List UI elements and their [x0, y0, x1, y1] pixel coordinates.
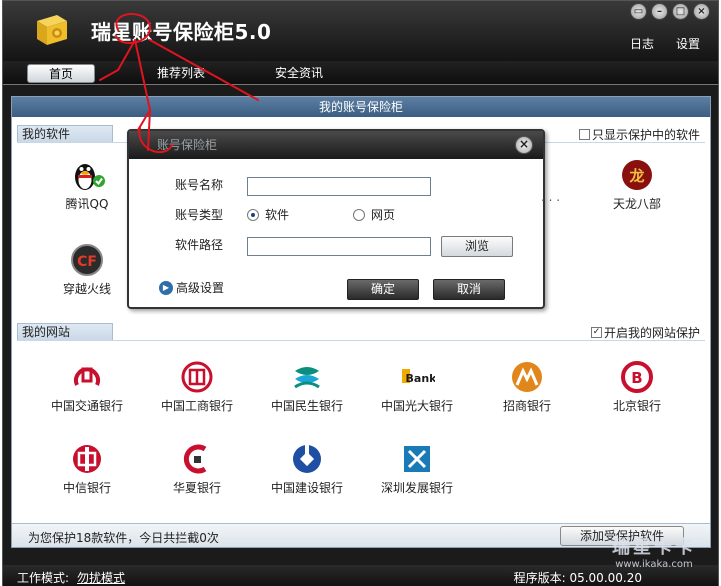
top-links: 日志 设置 — [630, 35, 700, 52]
minimize-icon[interactable]: – — [651, 3, 668, 20]
bank-label: 中国建设银行 — [270, 481, 343, 495]
bank-item-ccb[interactable]: 中国建设银行 — [252, 441, 362, 496]
ok-button[interactable]: 确定 — [347, 279, 419, 300]
svg-text:CF: CF — [77, 254, 97, 270]
website-protection-option[interactable]: ✓ 开启我的网站保护 — [590, 324, 700, 341]
software-label: 腾讯QQ — [65, 197, 109, 211]
citic-icon — [73, 445, 101, 473]
bank-item-sdb[interactable]: 深圳发展银行 — [362, 441, 472, 496]
cmb-icon — [512, 362, 542, 392]
show-protected-only-option[interactable]: 只显示保护中的软件 — [578, 126, 700, 143]
account-type-label: 账号类型 — [175, 208, 224, 222]
bank-item-ceb[interactable]: Bank 中国光大银行 — [362, 359, 472, 414]
bank-label: 中国交通银行 — [50, 399, 123, 413]
software-section-label: 我的软件 — [17, 125, 113, 143]
tianlong-icon: 龙 — [622, 160, 652, 190]
dialog-title: 账号保险柜 — [129, 131, 543, 159]
type-webpage-radio[interactable]: 网页 — [353, 206, 395, 223]
account-name-input[interactable] — [247, 177, 431, 196]
bank-item-bocom[interactable]: 中国交通银行 — [32, 359, 142, 414]
account-name-label: 账号名称 — [175, 178, 224, 192]
bank-item-cmb[interactable]: 招商银行 — [472, 359, 582, 414]
advanced-settings-label: 高级设置 — [176, 281, 225, 295]
tab-home[interactable]: 首页 — [27, 64, 95, 83]
window-controls: ▭ – □ × — [630, 3, 710, 20]
bank-label: 中国光大银行 — [380, 399, 453, 413]
radio-label: 网页 — [371, 208, 396, 222]
software-path-input[interactable] — [247, 237, 431, 256]
bank-label: 中国工商银行 — [160, 399, 233, 413]
bank-label: 招商银行 — [502, 399, 551, 413]
main-header: 我的账号保险柜 — [12, 97, 710, 117]
close-icon[interactable]: × — [693, 3, 710, 20]
software-item-crossfire[interactable]: CF 穿越火线 — [32, 242, 142, 297]
radio-selected-icon[interactable] — [247, 208, 259, 221]
settings-link[interactable]: 设置 — [676, 35, 700, 52]
bank-label: 北京银行 — [612, 399, 661, 413]
website-protection-checkbox[interactable]: ✓ — [590, 327, 602, 338]
show-protected-only-label: 只显示保护中的软件 — [591, 128, 700, 142]
qq-penguin-icon — [75, 164, 105, 190]
watermark-url: www.ikaka.com — [615, 559, 693, 570]
log-link[interactable]: 日志 — [630, 35, 654, 52]
software-path-label: 软件路径 — [175, 238, 224, 252]
cmbc-icon — [294, 367, 320, 389]
expand-arrow-icon: ▶ — [159, 280, 173, 295]
svg-text:B: B — [631, 369, 642, 387]
tab-security-news[interactable]: 安全资讯 — [259, 64, 339, 83]
maximize-icon[interactable]: □ — [672, 3, 689, 20]
bank-item-cmbc[interactable]: 中国民生银行 — [252, 359, 362, 414]
ccb-icon — [293, 445, 321, 473]
bank-item-bob[interactable]: B 北京银行 — [582, 359, 692, 414]
watermark-title: 瑞星卡卡 — [612, 537, 696, 558]
bank-item-citic[interactable]: 中信银行 — [32, 441, 142, 496]
bob-icon: B — [621, 361, 653, 393]
browse-button[interactable]: 浏览 — [441, 236, 513, 257]
bocom-icon — [74, 367, 100, 386]
protection-status-text: 为您保护18款软件，今日共拦截0次 — [28, 531, 219, 545]
close-icon[interactable]: × — [515, 136, 533, 154]
bank-item-icbc[interactable]: 中国工商银行 — [142, 359, 252, 414]
watermark: 瑞星卡卡 www.ikaka.com — [594, 533, 714, 577]
app-window: 瑞星账号保险柜5.0 ▭ – □ × 日志 设置 首页 推荐列表 安全资讯 我的… — [2, 0, 719, 586]
website-section-label: 我的网站 — [17, 323, 113, 341]
software-item-tianlong[interactable]: 龙 天龙八部 — [582, 157, 692, 212]
tab-bar: 首页 推荐列表 安全资讯 — [3, 61, 718, 85]
software-item-qq[interactable]: 腾讯QQ — [32, 157, 142, 212]
hidden-item-ellipsis: . . . — [541, 190, 561, 204]
bank-label: 华夏银行 — [172, 481, 221, 495]
radio-label: 软件 — [265, 208, 290, 222]
show-protected-only-checkbox[interactable] — [578, 129, 590, 140]
title-bar: 瑞星账号保险柜5.0 ▭ – □ × 日志 设置 — [3, 1, 718, 61]
software-label: 穿越火线 — [62, 282, 111, 296]
safe-logo-icon — [37, 15, 67, 45]
sdb-icon — [404, 446, 430, 472]
radio-unselected-icon[interactable] — [353, 208, 365, 221]
software-label: 天龙八部 — [612, 197, 661, 211]
work-mode-label: 工作模式: — [17, 571, 70, 585]
work-mode-link[interactable]: 勿扰模式 — [77, 571, 125, 585]
tab-recommended[interactable]: 推荐列表 — [141, 64, 221, 83]
restore-icon[interactable]: ▭ — [630, 3, 647, 20]
account-vault-dialog: 账号保险柜 × 账号名称 账号类型 软件 网页 软件路径 浏览 ▶ 高级设置 确… — [127, 129, 545, 309]
work-mode: 工作模式: 勿扰模式 — [17, 569, 125, 586]
bank-label: 深圳发展银行 — [380, 481, 453, 495]
ceb-icon: Bank — [402, 369, 435, 385]
type-software-radio[interactable]: 软件 — [247, 206, 289, 223]
icbc-icon — [181, 361, 213, 393]
app-title: 瑞星账号保险柜5.0 — [91, 20, 272, 44]
crossfire-icon: CF — [71, 244, 103, 276]
hxb-icon — [183, 444, 207, 474]
bank-item-hxb[interactable]: 华夏银行 — [142, 441, 252, 496]
advanced-settings-link[interactable]: ▶ 高级设置 — [159, 279, 224, 296]
svg-text:龙: 龙 — [628, 167, 644, 185]
ceb-logo-text: Bank — [406, 372, 435, 385]
cancel-button[interactable]: 取消 — [433, 279, 505, 300]
bank-label: 中信银行 — [62, 481, 111, 495]
website-protection-label: 开启我的网站保护 — [603, 326, 700, 340]
bank-label: 中国民生银行 — [270, 399, 343, 413]
